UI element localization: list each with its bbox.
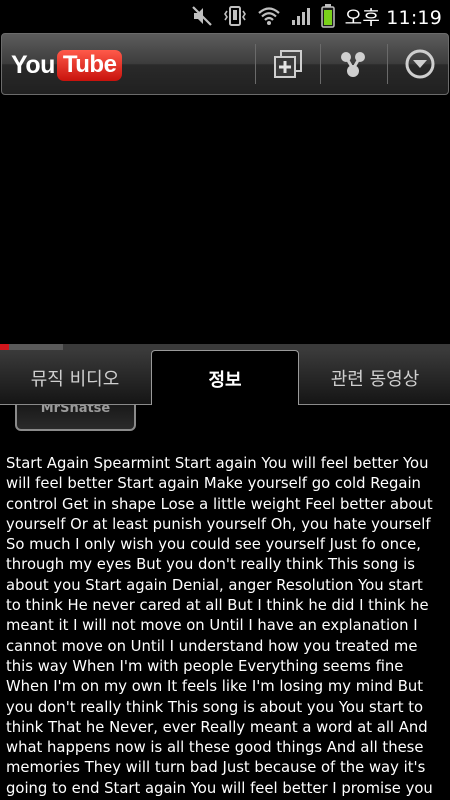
menu-dropdown-button[interactable] — [392, 42, 448, 86]
video-player[interactable] — [0, 96, 450, 344]
tab-related-videos[interactable]: 관련 동영상 — [300, 350, 450, 405]
share-button[interactable] — [325, 42, 381, 86]
wifi-icon — [257, 7, 280, 25]
tab-bar: 뮤직 비디오 정보 관련 동영상 — [0, 350, 450, 406]
tab-music-video[interactable]: 뮤직 비디오 — [0, 350, 150, 405]
toolbar-divider — [320, 44, 321, 84]
uploader-button-label: MrShatse — [40, 405, 111, 416]
add-to-playlist-button[interactable] — [260, 42, 316, 86]
youtube-logo[interactable]: You Tube — [11, 48, 123, 82]
battery-icon — [320, 4, 335, 28]
app-bar: You Tube — [1, 33, 449, 95]
share-icon — [341, 52, 365, 77]
logo-you-text: You — [11, 50, 55, 79]
logo-tube-text: Tube — [56, 49, 123, 81]
menu-dropdown-icon — [405, 49, 435, 79]
status-time: 오후 11:19 — [344, 6, 442, 29]
vibrate-icon — [223, 6, 246, 26]
mute-icon — [191, 6, 212, 26]
status-bar: 오후 11:19 — [0, 0, 450, 32]
status-icons: 오후 11:19 — [191, 3, 442, 29]
video-description: Start Again Spearmint Start again You wi… — [6, 455, 433, 797]
signal-icon — [291, 8, 310, 25]
tab-info[interactable]: 정보 — [151, 350, 299, 406]
add-to-playlist-icon — [274, 50, 302, 78]
toolbar-divider — [255, 44, 256, 84]
uploader-button[interactable]: MrShatse — [15, 405, 136, 431]
toolbar-divider — [387, 44, 388, 84]
info-panel[interactable]: MrShatse Start Again Spearmint Start aga… — [0, 405, 450, 800]
